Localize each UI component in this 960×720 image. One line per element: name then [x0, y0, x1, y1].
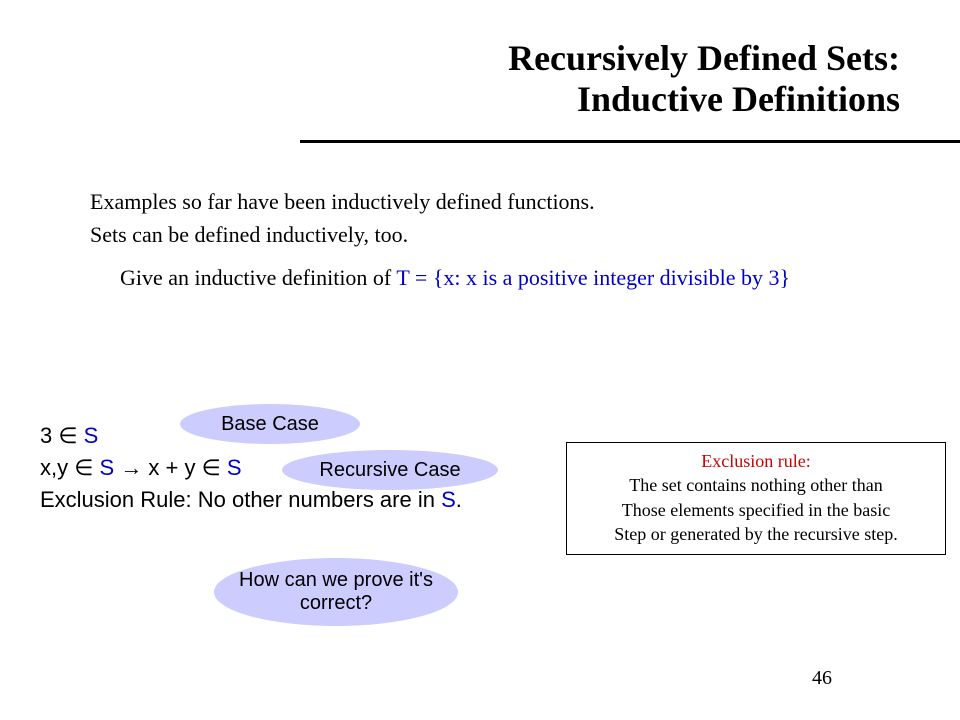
set-definition: T = {x: x is a positive integer divisibl… — [396, 265, 790, 290]
base-case-bubble: Base Case — [180, 404, 360, 444]
title-line-2: Inductive Definitions — [577, 79, 900, 119]
recursive-case-bubble: Recursive Case — [282, 450, 498, 490]
slide-title-block: Recursively Defined Sets: Inductive Defi… — [508, 38, 900, 121]
prompt-lead: Give an inductive definition of — [120, 265, 396, 290]
page-number: 46 — [812, 667, 832, 690]
title-divider — [300, 140, 960, 143]
exclusion-box-line-3: Step or generated by the recursive step. — [571, 522, 941, 546]
exclusion-rule-box: Exclusion rule: The set contains nothing… — [566, 442, 946, 555]
intro-line-1: Examples so far have been inductively de… — [90, 185, 910, 218]
prompt-line: Give an inductive definition of T = {x: … — [120, 265, 920, 291]
title-line-1: Recursively Defined Sets: — [508, 38, 900, 78]
exclusion-box-title: Exclusion rule: — [571, 449, 941, 473]
intro-text: Examples so far have been inductively de… — [90, 185, 910, 251]
exclusion-box-line-2: Those elements specified in the basic — [571, 498, 941, 522]
prove-bubble: How can we prove it's correct? — [214, 558, 458, 626]
intro-line-2: Sets can be defined inductively, too. — [90, 218, 910, 251]
exclusion-box-line-1: The set contains nothing other than — [571, 473, 941, 497]
